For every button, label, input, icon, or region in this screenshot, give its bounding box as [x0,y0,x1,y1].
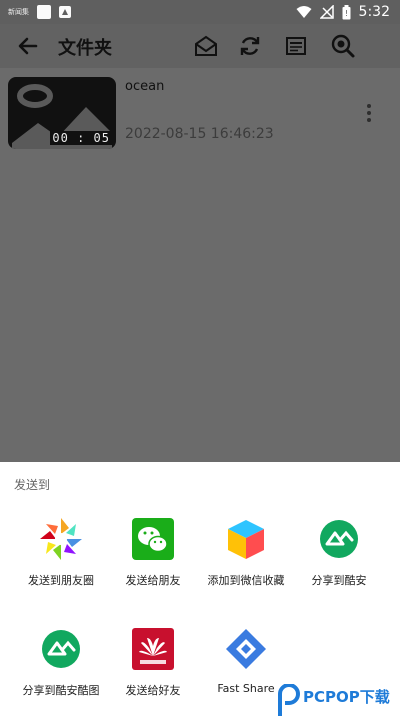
share-sheet-title: 发送到 [14,478,51,492]
clock: 5:32 [358,4,390,20]
watermark-text: PCPOP下载 [303,688,390,706]
share-target-wechat[interactable]: 发送给朋友 [108,516,198,588]
note-icon[interactable] [283,33,309,59]
wechat-icon [130,516,176,562]
pcpop-logo-icon [278,684,300,716]
share-target-wechat-favorites[interactable]: 添加到微信收藏 [201,516,291,588]
battery-icon: ! [342,4,351,19]
search-icon[interactable] [330,33,356,59]
wechat-favorites-icon [223,516,269,562]
file-name: ocean [125,79,165,94]
share-target-label: 发送给朋友 [125,574,181,587]
watermark: PCPOP下载 [275,682,400,720]
mail-icon[interactable] [193,33,219,59]
file-date: 2022-08-15 16:46:23 [125,126,274,142]
app-toolbar: 文件夹 [0,24,400,68]
app-notification-icon [37,5,51,19]
carrier-label: 新闻集 [8,8,29,16]
huawei-icon [130,626,176,672]
fast-share-icon [223,626,269,672]
back-arrow-icon[interactable] [14,32,42,60]
svg-text:!: ! [344,9,347,18]
refresh-icon[interactable] [237,33,263,59]
share-target-label: 发送到朋友圈 [28,574,94,587]
wifi-icon [296,6,312,18]
video-thumbnail[interactable]: 00 : 05 [8,77,116,149]
share-target-label: 分享到酷安 [311,574,367,587]
file-list: 00 : 05 ocean 2022-08-15 16:46:23 [0,68,400,462]
more-options-icon[interactable] [364,104,374,126]
share-target-wechat-moments[interactable]: 发送到朋友圈 [16,516,106,588]
no-signal-icon [319,5,334,19]
share-target-huawei-friend[interactable]: 发送给好友 [108,626,198,698]
share-target-label: 添加到微信收藏 [207,574,285,587]
share-target-label: 发送给好友 [125,684,181,697]
share-target-coolapk-image[interactable]: 分享到酷安酷图 [16,626,106,698]
status-bar: 新闻集 ! 5:32 [0,0,400,24]
page-title: 文件夹 [58,38,112,59]
wechat-moments-icon [38,516,84,562]
share-target-label: 分享到酷安酷图 [22,684,100,697]
coolapk-icon [316,516,362,562]
video-duration: 00 : 05 [50,131,112,145]
share-target-coolapk[interactable]: 分享到酷安 [294,516,384,588]
photo-notification-icon [59,6,71,18]
coolapk-image-icon [38,626,84,672]
